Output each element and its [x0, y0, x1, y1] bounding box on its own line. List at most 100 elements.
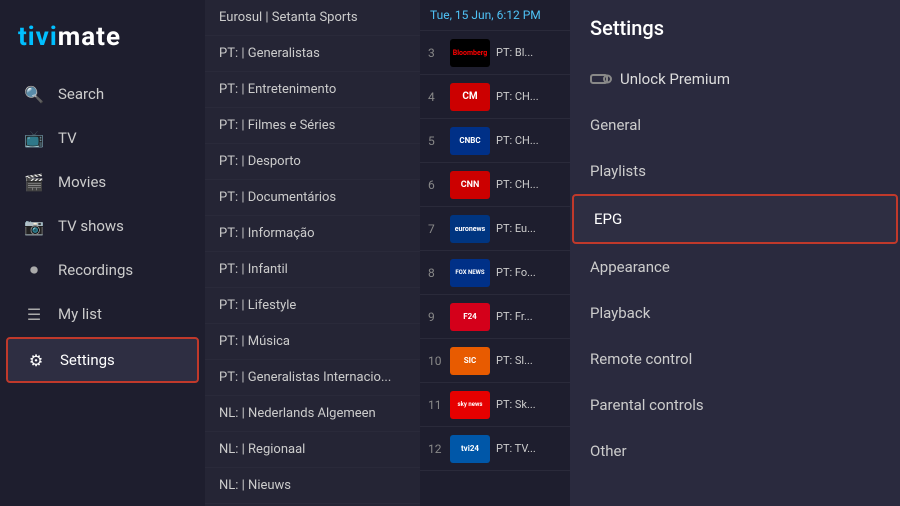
settings-item-parental-controls[interactable]: Parental controls: [570, 382, 900, 428]
channel-row-5[interactable]: 5 CNBC PT: CH...: [420, 119, 570, 163]
group-label: NL: | Regionaal: [219, 442, 305, 457]
channel-name: PT: Sk...: [496, 398, 536, 411]
recordings-icon: ⏺: [24, 260, 44, 280]
settings-item-label: General: [590, 116, 641, 134]
settings-item-playback[interactable]: Playback: [570, 290, 900, 336]
settings-item-label: EPG: [594, 210, 622, 228]
channel-number: 3: [428, 46, 444, 60]
list-item[interactable]: PT: | Infantil: [205, 252, 420, 288]
group-label: PT: | Infantil: [219, 262, 288, 277]
sidebar-item-label-movies: Movies: [58, 173, 106, 191]
sidebar-item-label-recordings: Recordings: [58, 261, 133, 279]
list-item[interactable]: PT: | Entretenimento: [205, 72, 420, 108]
channel-name: PT: CH...: [496, 134, 539, 147]
group-label: PT: | Lifestyle: [219, 298, 296, 313]
sidebar-item-recordings[interactable]: ⏺ Recordings: [6, 249, 199, 291]
channel-row-12[interactable]: 12 tvi24 PT: TV...: [420, 427, 570, 471]
group-label: PT: | Documentários: [219, 190, 336, 205]
channel-name: PT: Fo...: [496, 266, 536, 279]
group-label: PT: | Generalistas Internacio...: [219, 370, 391, 385]
channel-name: PT: Sl...: [496, 354, 533, 367]
channel-group-list: Eurosul | Setanta Sports PT: | Generalis…: [205, 0, 420, 506]
settings-title: Settings: [570, 16, 900, 56]
list-item[interactable]: NL: | Regionaal: [205, 432, 420, 468]
sidebar-item-label-settings: Settings: [60, 351, 115, 369]
list-item[interactable]: PT: | Música: [205, 324, 420, 360]
sidebar-item-movies[interactable]: 🎬 Movies: [6, 161, 199, 203]
list-item[interactable]: NL: | Nieuws: [205, 468, 420, 504]
sidebar-item-label-tv: TV: [58, 129, 77, 147]
channel-name: PT: Bl...: [496, 46, 533, 59]
channel-name: PT: Eu...: [496, 222, 536, 235]
group-label: PT: | Música: [219, 334, 290, 349]
tvshows-icon: 📷: [24, 216, 44, 236]
settings-item-playlists[interactable]: Playlists: [570, 148, 900, 194]
channel-row-9[interactable]: 9 F24 PT: Fr...: [420, 295, 570, 339]
channel-logo: tvi24: [450, 435, 490, 463]
sidebar-item-search[interactable]: 🔍 Search: [6, 73, 199, 115]
channel-logo: Bloomberg: [450, 39, 490, 67]
channel-viewer: Tue, 15 Jun, 6:12 PM 3 Bloomberg PT: Bl.…: [420, 0, 570, 506]
channel-number: 7: [428, 222, 444, 236]
list-item[interactable]: Eurosul | Setanta Sports: [205, 0, 420, 36]
sidebar: tivimate 🔍 Search 📺 TV 🎬 Movies 📷 TV sho…: [0, 0, 205, 506]
tv-icon: 📺: [24, 128, 44, 148]
list-item[interactable]: PT: | Generalistas: [205, 36, 420, 72]
settings-item-label: Other: [590, 442, 627, 460]
settings-item-label: Remote control: [590, 350, 692, 368]
settings-item-label: Playlists: [590, 162, 646, 180]
channel-logo: euronews: [450, 215, 490, 243]
sidebar-item-tvshows[interactable]: 📷 TV shows: [6, 205, 199, 247]
logo-text-vimate: mate: [58, 22, 121, 52]
channel-logo: CNN: [450, 171, 490, 199]
channel-number: 9: [428, 310, 444, 324]
settings-item-epg[interactable]: EPG: [572, 194, 898, 244]
channel-name: PT: CH...: [496, 90, 539, 103]
sidebar-item-settings[interactable]: ⚙ Settings: [6, 337, 199, 383]
app-logo: tivimate: [0, 12, 205, 72]
settings-item-label: Appearance: [590, 258, 670, 276]
channel-number: 10: [428, 354, 444, 368]
settings-item-general[interactable]: General: [570, 102, 900, 148]
settings-item-unlock-premium[interactable]: Unlock Premium: [570, 56, 900, 102]
sidebar-item-label-mylist: My list: [58, 305, 102, 323]
list-item[interactable]: PT: | Desporto: [205, 144, 420, 180]
list-item[interactable]: NL: | Nederlands Algemeen: [205, 396, 420, 432]
list-item[interactable]: PT: | Filmes e Séries: [205, 108, 420, 144]
sidebar-item-label-tvshows: TV shows: [58, 217, 124, 235]
settings-item-other[interactable]: Other: [570, 428, 900, 474]
settings-item-label: Parental controls: [590, 396, 704, 414]
group-label: PT: | Desporto: [219, 154, 301, 169]
search-icon: 🔍: [24, 84, 44, 104]
channel-number: 12: [428, 442, 444, 456]
channel-row-11[interactable]: 11 sky news PT: Sk...: [420, 383, 570, 427]
movies-icon: 🎬: [24, 172, 44, 192]
key-icon: [590, 74, 608, 84]
channel-row-6[interactable]: 6 CNN PT: CH...: [420, 163, 570, 207]
channel-row-3[interactable]: 3 Bloomberg PT: Bl...: [420, 31, 570, 75]
logo-text-ti: tivi: [18, 22, 58, 52]
channel-number: 5: [428, 134, 444, 148]
channel-row-4[interactable]: 4 CM PT: CH...: [420, 75, 570, 119]
channel-row-10[interactable]: 10 SIC PT: Sl...: [420, 339, 570, 383]
list-item[interactable]: PT: | Documentários: [205, 180, 420, 216]
settings-panel: Settings Unlock Premium General Playlist…: [570, 0, 900, 506]
channel-number: 4: [428, 90, 444, 104]
group-label: NL: | Nieuws: [219, 478, 291, 493]
channel-number: 6: [428, 178, 444, 192]
group-label: NL: | Nederlands Algemeen: [219, 406, 376, 421]
settings-item-remote-control[interactable]: Remote control: [570, 336, 900, 382]
settings-icon: ⚙: [26, 350, 46, 370]
channel-number: 11: [428, 398, 444, 412]
sidebar-item-mylist[interactable]: ☰ My list: [6, 293, 199, 335]
channel-name: PT: CH...: [496, 178, 539, 191]
channel-row-7[interactable]: 7 euronews PT: Eu...: [420, 207, 570, 251]
channel-name: PT: Fr...: [496, 310, 533, 323]
channel-row-8[interactable]: 8 FOX NEWS PT: Fo...: [420, 251, 570, 295]
settings-item-label: Unlock Premium: [620, 70, 730, 88]
list-item[interactable]: PT: | Lifestyle: [205, 288, 420, 324]
list-item[interactable]: PT: | Generalistas Internacio...: [205, 360, 420, 396]
settings-item-appearance[interactable]: Appearance: [570, 244, 900, 290]
list-item[interactable]: PT: | Informação: [205, 216, 420, 252]
sidebar-item-tv[interactable]: 📺 TV: [6, 117, 199, 159]
